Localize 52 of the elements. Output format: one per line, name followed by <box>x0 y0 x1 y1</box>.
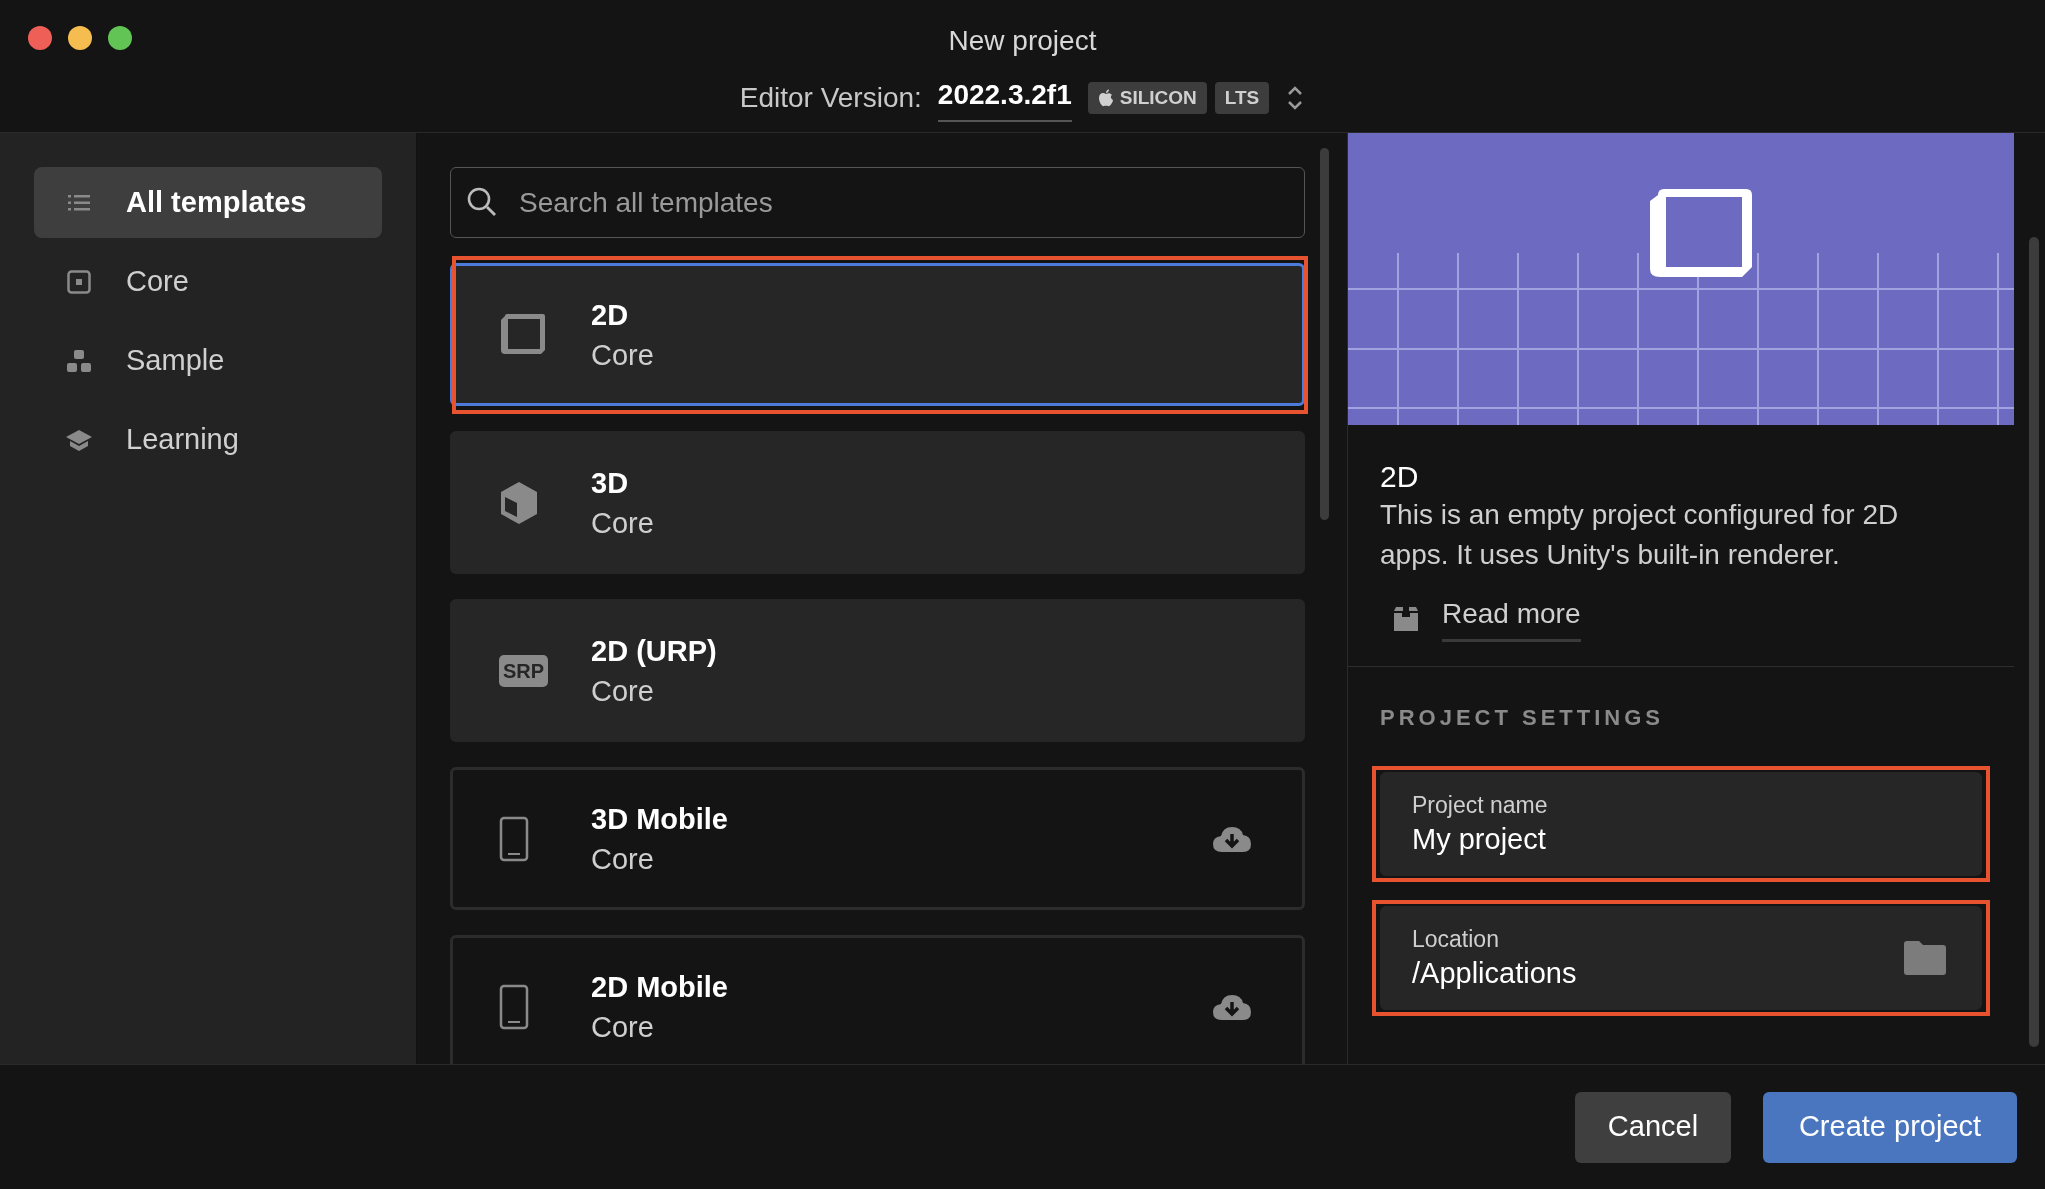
cube-icon <box>499 479 539 526</box>
search-icon <box>466 186 498 218</box>
srp-icon: SRP <box>499 654 549 687</box>
package-icon <box>1392 604 1420 631</box>
template-card[interactable]: 3D Core <box>450 431 1305 574</box>
template-card[interactable]: 3D Mobile Core <box>450 767 1305 910</box>
template-title: 3D Mobile <box>591 801 729 837</box>
template-category: Core <box>591 505 655 541</box>
template-category: Core <box>591 841 655 877</box>
template-title: 2D (URP) <box>591 633 718 669</box>
template-title: 2D <box>1380 459 1420 495</box>
sidebar-item[interactable]: Learning <box>34 404 382 475</box>
search-field[interactable]: Search all templates <box>450 167 1305 238</box>
version-badge: LTS <box>1214 82 1270 114</box>
folder-icon[interactable] <box>1904 941 1946 975</box>
scrollbar[interactable] <box>2029 237 2039 1047</box>
cancel-button[interactable]: Cancel <box>1575 1091 1731 1163</box>
cloud-download-icon[interactable] <box>1212 992 1252 1021</box>
window-title: New project <box>948 24 1097 58</box>
location-field[interactable]: Location /Applications <box>1380 906 1982 1010</box>
template-title: 2D Mobile <box>591 969 729 1005</box>
version-badge: SILICON <box>1087 82 1207 114</box>
read-more-link[interactable]: Read more <box>1442 593 1581 642</box>
template-category: Core <box>591 1009 655 1045</box>
graduation-cap-icon <box>64 427 94 452</box>
field-label: Location <box>1412 925 1500 954</box>
template-category: Core <box>591 337 655 373</box>
cloud-download-icon[interactable] <box>1212 824 1252 853</box>
project-name-field[interactable]: Project name My project <box>1380 772 1982 876</box>
blocks-icon <box>64 348 94 373</box>
template-card[interactable]: 2D Mobile Core <box>450 935 1305 1064</box>
template-title: 3D <box>591 465 630 501</box>
sidebar-item[interactable]: Sample <box>34 325 382 396</box>
field-label: Project name <box>1412 791 1549 820</box>
apple-icon <box>1097 89 1114 107</box>
minimize-button[interactable] <box>68 26 92 50</box>
template-category: Core <box>591 673 655 709</box>
close-button[interactable] <box>28 26 52 50</box>
template-card[interactable]: SRP 2D (URP) Core <box>450 599 1305 742</box>
section-heading: PROJECT SETTINGS <box>1380 704 1666 732</box>
sidebar-item[interactable]: All templates <box>34 167 382 238</box>
editor-version-label: Editor Version: <box>739 81 922 115</box>
editor-version-dropdown[interactable]: 2022.3.2f1 <box>937 74 1072 122</box>
zoom-button[interactable] <box>108 26 132 50</box>
sidebar-item[interactable]: Core <box>34 246 382 317</box>
template-title: 2D <box>591 297 630 333</box>
template-description: This is an empty project configured for 2D apps. It uses Unity's built-in renderer. <box>1380 498 1900 572</box>
phone-icon <box>499 815 529 862</box>
template-card[interactable]: 2D Core <box>450 263 1305 406</box>
scrollbar[interactable] <box>1320 148 1329 520</box>
create-project-button[interactable]: Create project <box>1763 1091 2017 1163</box>
phone-icon <box>499 983 529 1030</box>
